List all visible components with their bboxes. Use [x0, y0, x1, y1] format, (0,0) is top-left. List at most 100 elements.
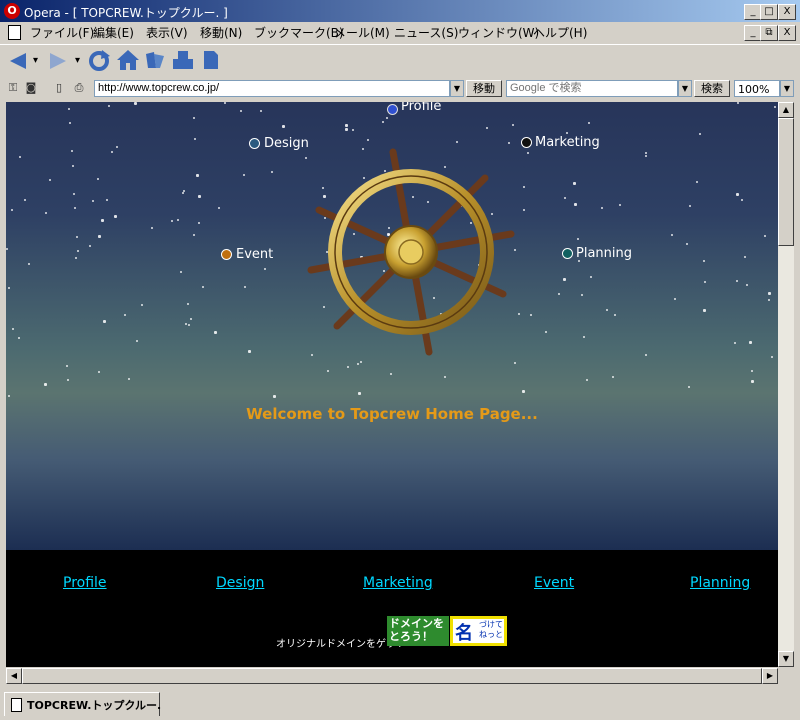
star [193, 234, 195, 236]
star [588, 122, 590, 124]
horizontal-scroll-thumb[interactable] [22, 668, 762, 684]
lock-icon[interactable]: ⚿ [6, 81, 20, 95]
star [49, 179, 51, 181]
star [185, 323, 187, 325]
star [486, 127, 488, 129]
go-button[interactable]: 移動 [466, 80, 502, 97]
star [382, 121, 384, 123]
horizontal-scrollbar[interactable]: ◀ ▶ [6, 668, 778, 684]
print-small-icon[interactable]: ⎙ [72, 81, 86, 95]
reload-icon[interactable] [88, 50, 110, 72]
star [180, 271, 182, 273]
menu-bookmarks[interactable]: ブックマーク(B) [254, 24, 344, 41]
footer-link-design[interactable]: Design [216, 575, 264, 591]
camera-icon[interactable]: ◙ [24, 81, 38, 95]
vertical-scrollbar[interactable]: ▲ ▼ [778, 102, 794, 667]
scroll-up-arrow-icon[interactable]: ▲ [778, 102, 794, 118]
address-dropdown-chevron-icon[interactable]: ▼ [450, 80, 464, 97]
domain-banner-green[interactable]: ドメインを とろう！ [387, 616, 449, 646]
star [198, 195, 201, 198]
zoom-field[interactable]: 100% [734, 80, 780, 97]
star [128, 378, 130, 380]
wheel-link-planning[interactable]: Planning [576, 246, 632, 261]
scroll-down-arrow-icon[interactable]: ▼ [778, 651, 794, 667]
menu-mail[interactable]: メール(M) [334, 24, 390, 41]
star [736, 280, 738, 282]
forward-history-chevron-icon[interactable]: ▾ [75, 49, 80, 73]
blank-page-icon[interactable]: ▯ [52, 81, 66, 95]
footer-link-profile[interactable]: Profile [63, 575, 107, 591]
star [194, 138, 196, 140]
vertical-scroll-thumb[interactable] [778, 118, 794, 246]
star [182, 192, 184, 194]
footer-link-planning[interactable]: Planning [690, 575, 750, 591]
tab-page-icon [11, 698, 22, 712]
scroll-right-arrow-icon[interactable]: ▶ [762, 668, 778, 684]
mdi-close-button[interactable]: X [778, 25, 796, 41]
menu-view[interactable]: 表示(V) [146, 24, 188, 41]
page-icon[interactable] [202, 49, 220, 71]
star [686, 243, 688, 245]
design-dot-icon[interactable] [249, 138, 260, 149]
wheel-link-design[interactable]: Design [264, 136, 309, 151]
page-tab[interactable]: TOPCREW.トップクルー. [4, 692, 161, 716]
wheel-link-profile[interactable]: Profile [401, 102, 441, 114]
star [751, 380, 754, 383]
menu-help[interactable]: ヘルプ(H) [533, 24, 587, 41]
planning-dot-icon[interactable] [562, 248, 573, 259]
star [522, 390, 525, 393]
address-input[interactable] [94, 80, 450, 97]
star [190, 318, 192, 320]
star [19, 156, 21, 158]
star [240, 110, 242, 112]
footer-link-event[interactable]: Event [534, 575, 574, 591]
footer-link-marketing[interactable]: Marketing [363, 575, 433, 591]
menu-window[interactable]: ウィンドウ(W) [458, 24, 539, 41]
star [244, 286, 246, 288]
star [98, 371, 100, 373]
star [545, 331, 547, 333]
zoom-dropdown-chevron-icon[interactable]: ▼ [780, 80, 794, 97]
search-button[interactable]: 検索 [694, 80, 730, 97]
mdi-restore-button[interactable]: ⧉ [760, 25, 778, 41]
star [573, 182, 576, 185]
star [8, 287, 10, 289]
document-icon[interactable] [8, 25, 21, 40]
forward-icon[interactable] [48, 51, 70, 71]
menu-file[interactable]: ファイル(F) [30, 24, 94, 41]
star [704, 281, 706, 283]
star [106, 199, 108, 201]
print-icon[interactable] [172, 49, 194, 71]
star [574, 203, 577, 206]
star [218, 207, 220, 209]
menu-news[interactable]: ニュース(S) [394, 24, 458, 41]
restore-button[interactable]: □ [760, 4, 778, 20]
banner-big-character: 名 [455, 623, 473, 644]
star [89, 245, 91, 247]
star [386, 117, 388, 119]
search-input[interactable] [506, 80, 678, 97]
navigation-toolbar: ▾ ▾ [0, 44, 800, 77]
star [193, 117, 195, 119]
back-icon[interactable] [6, 51, 28, 71]
scroll-left-arrow-icon[interactable]: ◀ [6, 668, 22, 684]
menu-edit[interactable]: 編集(E) [93, 24, 134, 41]
hotlist-icon[interactable] [144, 50, 166, 70]
star [198, 222, 200, 224]
star [444, 376, 446, 378]
star [264, 268, 266, 270]
profile-dot-icon[interactable] [387, 104, 398, 115]
event-dot-icon[interactable] [221, 249, 232, 260]
home-icon[interactable] [116, 49, 140, 71]
search-dropdown-chevron-icon[interactable]: ▼ [678, 80, 692, 97]
marketing-dot-icon[interactable] [521, 137, 532, 148]
wheel-link-marketing[interactable]: Marketing [535, 135, 600, 150]
star [67, 379, 69, 381]
domain-banner-yellow[interactable]: 名 づけて ねっと [450, 616, 507, 646]
wheel-link-event[interactable]: Event [236, 247, 273, 262]
menu-navigate[interactable]: 移動(N) [200, 24, 242, 41]
banner-small-text: づけて ねっと [479, 620, 503, 639]
back-history-chevron-icon[interactable]: ▾ [33, 49, 38, 73]
star [751, 370, 753, 372]
close-button[interactable]: X [778, 4, 796, 20]
